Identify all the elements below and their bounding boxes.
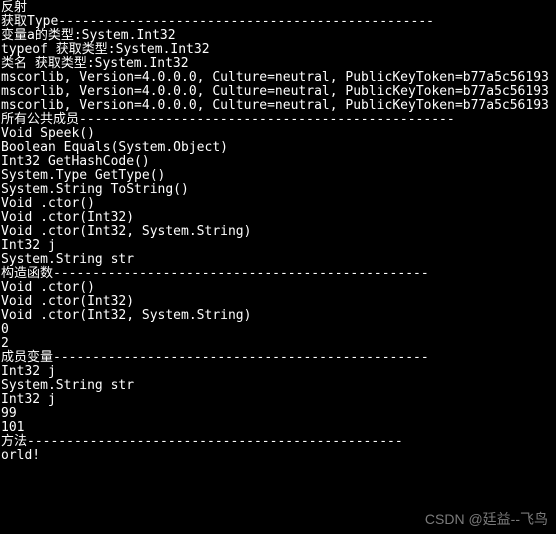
console-line: Void .ctor(Int32, System.String)	[1, 309, 556, 323]
console-line: typeof 获取类型:System.Int32	[1, 43, 556, 57]
console-line: System.String ToString()	[1, 183, 556, 197]
console-line: Void .ctor(Int32)	[1, 295, 556, 309]
console-line: 所有公共成员----------------------------------…	[1, 113, 556, 127]
console-line: 变量a的类型:System.Int32	[1, 29, 556, 43]
console-line: Void .ctor()	[1, 197, 556, 211]
watermark-text: CSDN @廷益--飞鸟	[425, 512, 548, 526]
console-line: 获取Type----------------------------------…	[1, 15, 556, 29]
console-line: mscorlib, Version=4.0.0.0, Culture=neutr…	[1, 71, 556, 85]
console-line: Void Speek()	[1, 127, 556, 141]
console-line: Int32 GetHashCode()	[1, 155, 556, 169]
console-line: orld!	[1, 449, 556, 463]
console-line: Int32 j	[1, 393, 556, 407]
console-line: Void .ctor(Int32)	[1, 211, 556, 225]
console-line: Int32 j	[1, 365, 556, 379]
console-line: Int32 j	[1, 239, 556, 253]
console-line: Boolean Equals(System.Object)	[1, 141, 556, 155]
console-line: 反射	[1, 1, 556, 15]
console-line: 99	[1, 407, 556, 421]
console-line: 类名 获取类型:System.Int32	[1, 57, 556, 71]
console-line: 101	[1, 421, 556, 435]
console-line: Void .ctor(Int32, System.String)	[1, 225, 556, 239]
console-line: System.Type GetType()	[1, 169, 556, 183]
console-line: Void .ctor()	[1, 281, 556, 295]
console-line: System.String str	[1, 253, 556, 267]
console-output: 反射获取Type--------------------------------…	[1, 1, 556, 463]
console-line: 构造函数------------------------------------…	[1, 267, 556, 281]
console-line: 成员变量------------------------------------…	[1, 351, 556, 365]
console-line: 方法--------------------------------------…	[1, 435, 556, 449]
console-line: mscorlib, Version=4.0.0.0, Culture=neutr…	[1, 85, 556, 99]
console-line: mscorlib, Version=4.0.0.0, Culture=neutr…	[1, 99, 556, 113]
console-line: System.String str	[1, 379, 556, 393]
console-line: 2	[1, 337, 556, 351]
console-line: 0	[1, 323, 556, 337]
